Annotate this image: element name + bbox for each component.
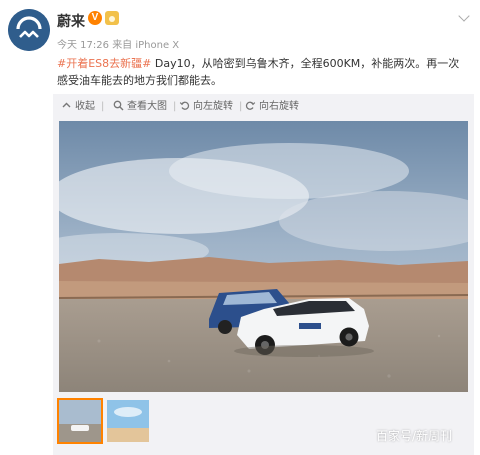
zoom-icon bbox=[113, 100, 124, 111]
main-photo[interactable] bbox=[59, 121, 468, 392]
collapse-label: 收起 bbox=[75, 101, 95, 112]
post-time[interactable]: 今天 17:26 bbox=[57, 40, 109, 51]
post-meta: 今天 17:26 来自 iPhone X bbox=[57, 36, 179, 51]
image-toolbar: 收起 | 查看大图 | 向左旋转 | 向右旋转 bbox=[53, 94, 474, 120]
source-prefix: 来自 bbox=[112, 40, 133, 51]
collapse-icon bbox=[62, 102, 71, 108]
chevron-down-icon[interactable] bbox=[458, 10, 470, 22]
watermark-text: 百家号/新周刊 bbox=[376, 429, 453, 443]
post-text: #开着ES8去新疆# Day10，从哈密到乌鲁木齐，全程600KM，补能两次。再… bbox=[57, 55, 470, 89]
fan-badge-icon[interactable] bbox=[105, 11, 119, 25]
avatar[interactable] bbox=[8, 9, 50, 51]
thumbnail-1[interactable] bbox=[57, 398, 103, 444]
rotate-right-icon bbox=[245, 101, 256, 110]
thumbnail-2[interactable] bbox=[107, 400, 149, 442]
desert-car-photo bbox=[59, 121, 468, 392]
post-body-line2: 感受油车能去的地方我们都能去。 bbox=[57, 74, 222, 87]
media-panel: 收起 | 查看大图 | 向左旋转 | 向右旋转 bbox=[53, 94, 474, 455]
rotate-left-label: 向左旋转 bbox=[193, 101, 233, 112]
post-header: 蔚来 V 今天 17:26 来自 iPhone X bbox=[0, 0, 480, 56]
rotate-right-label: 向右旋转 bbox=[259, 101, 299, 112]
username[interactable]: 蔚来 bbox=[57, 11, 85, 31]
view-large-button[interactable]: 查看大图 | bbox=[113, 100, 176, 114]
rotate-left-icon bbox=[179, 101, 190, 110]
rotate-left-button[interactable]: 向左旋转 | bbox=[179, 100, 242, 114]
hashtag-link[interactable]: #开着ES8去新疆# bbox=[57, 57, 151, 70]
post-body-line1: Day10，从哈密到乌鲁木齐，全程600KM，补能两次。再一次 bbox=[151, 57, 460, 70]
nio-logo-icon bbox=[8, 9, 50, 51]
rotate-right-button[interactable]: 向右旋转 bbox=[245, 100, 299, 114]
view-large-label: 查看大图 bbox=[127, 101, 167, 112]
collapse-button[interactable]: 收起 | bbox=[61, 100, 104, 114]
post-device: iPhone X bbox=[135, 40, 180, 51]
verified-icon: V bbox=[88, 11, 102, 25]
